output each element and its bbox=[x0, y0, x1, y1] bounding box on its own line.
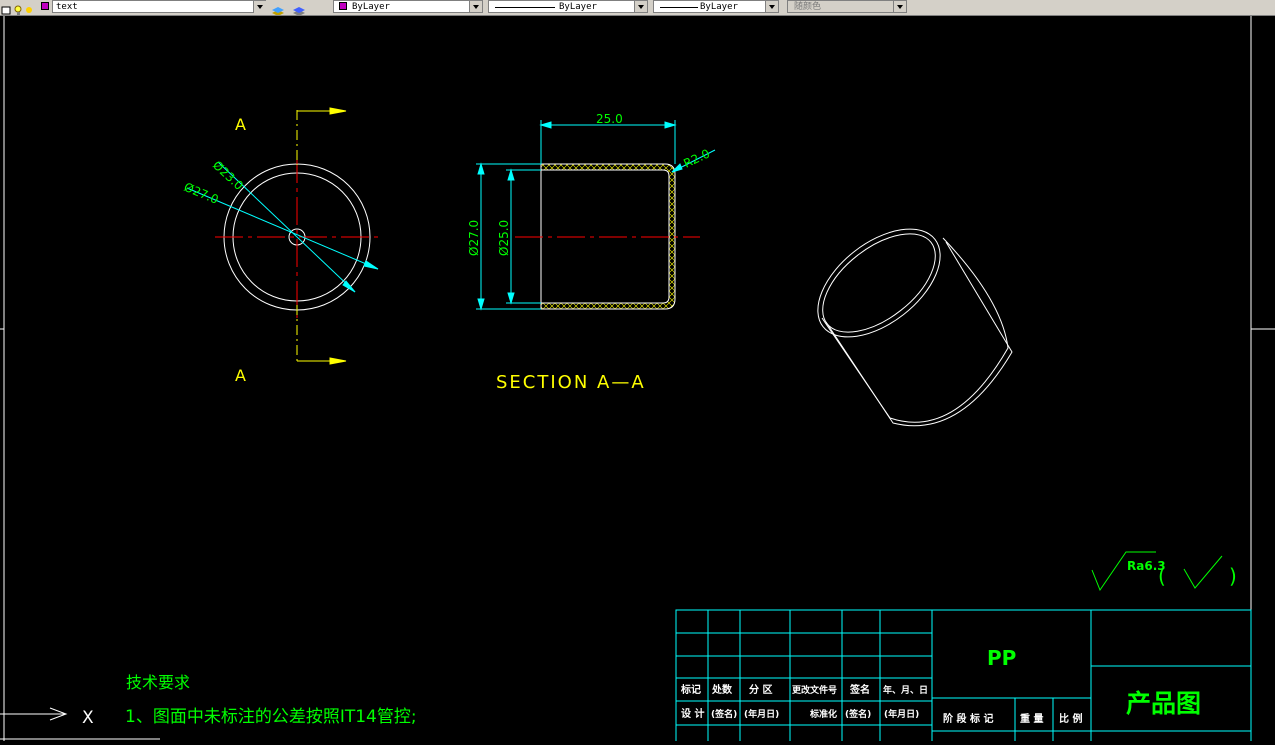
tech-requirements-heading[interactable]: 技术要求 bbox=[126, 673, 190, 692]
hdr-std-date: (年月日) bbox=[884, 708, 919, 720]
front-view[interactable]: A A Ø23.0 Ø27.0 bbox=[182, 107, 379, 385]
surface-finish-paren-open: ( bbox=[1158, 564, 1166, 588]
lineweight-value: ByLayer bbox=[700, 2, 738, 12]
hdr-signature: 签名 bbox=[849, 683, 870, 696]
layer-previous-icon[interactable] bbox=[292, 1, 305, 15]
title-block-stage-headers: 阶 段 标 记 重 量 比 例 bbox=[943, 712, 1082, 725]
dim-radius[interactable]: R2.0 bbox=[681, 146, 712, 170]
layer-color-swatch bbox=[41, 2, 49, 10]
section-label-top: A bbox=[235, 115, 246, 134]
title-block-headers-row2: 设 计 (签名) (年月日) 标准化 (签名) (年月日) bbox=[681, 707, 919, 720]
iso-rim-outer[interactable] bbox=[798, 208, 959, 358]
layer-dropdown[interactable]: text bbox=[52, 0, 266, 13]
color-swatch bbox=[339, 2, 347, 10]
layer-state-icon[interactable] bbox=[1, 1, 12, 15]
plotstyle-dropdown-arrow bbox=[893, 1, 906, 12]
dim-width[interactable]: 25.0 bbox=[596, 112, 623, 126]
section-dimensions[interactable] bbox=[476, 120, 716, 311]
hdr-date: 年、月、日 bbox=[883, 684, 928, 696]
tech-requirements-item-1[interactable]: 1、图面中未标注的公差按照IT14管控; bbox=[125, 707, 417, 727]
lineweight-control-dropdown[interactable]: ByLayer bbox=[653, 0, 779, 13]
surface-finish-paren-close: ) bbox=[1229, 564, 1237, 588]
hdr-design-sign: (签名) bbox=[711, 708, 737, 720]
linetype-dropdown-arrow[interactable] bbox=[634, 1, 647, 12]
lineweight-sample bbox=[660, 7, 698, 8]
hdr-count: 处数 bbox=[711, 683, 733, 696]
plotstyle-control-dropdown: 随颜色 bbox=[787, 0, 907, 13]
iso-body-inner-edge[interactable] bbox=[825, 241, 1013, 427]
linetype-control-dropdown[interactable]: ByLayer bbox=[488, 0, 648, 13]
drawing-canvas[interactable]: A A Ø23.0 Ø27.0 25.0 R2.0 Ø27.0 Ø25.0 SE… bbox=[0, 16, 1275, 745]
title-block-material[interactable]: PP bbox=[987, 646, 1016, 670]
lineweight-dropdown-arrow[interactable] bbox=[765, 1, 778, 12]
hdr-scale: 比 例 bbox=[1059, 712, 1082, 725]
dim-outer-diameter-vertical[interactable]: Ø27.0 bbox=[467, 220, 481, 256]
hdr-mark: 标记 bbox=[680, 683, 701, 696]
hdr-design-date: (年月日) bbox=[744, 708, 779, 720]
color-control-dropdown[interactable]: ByLayer bbox=[333, 0, 483, 13]
make-layer-current-icon[interactable] bbox=[271, 1, 284, 15]
linetype-value: ByLayer bbox=[559, 2, 597, 12]
hdr-std-sign: (签名) bbox=[845, 708, 871, 720]
model-space: A A Ø23.0 Ø27.0 25.0 R2.0 Ø27.0 Ø25.0 SE… bbox=[0, 16, 1275, 745]
title-block-drawing-name[interactable]: 产品图 bbox=[1126, 689, 1201, 718]
color-value: ByLayer bbox=[352, 2, 390, 12]
hdr-change-doc: 更改文件号 bbox=[792, 684, 837, 696]
cutting-plane-line[interactable] bbox=[296, 107, 347, 365]
ucs-x-label: X bbox=[82, 708, 94, 728]
sun-icon[interactable] bbox=[24, 1, 35, 13]
hdr-weight: 重 量 bbox=[1020, 712, 1043, 725]
hdr-stage-mark: 阶 段 标 记 bbox=[943, 712, 993, 725]
properties-toolbar: text ByLayer ByLayer ByLayer 随颜色 bbox=[0, 0, 1275, 16]
isometric-view[interactable] bbox=[798, 208, 1013, 427]
layer-name: text bbox=[56, 2, 78, 12]
diameter-leaders[interactable] bbox=[186, 161, 379, 293]
color-dropdown-arrow[interactable] bbox=[469, 1, 482, 12]
plotstyle-value: 随颜色 bbox=[794, 2, 822, 12]
lightbulb-icon[interactable] bbox=[13, 1, 24, 15]
section-title[interactable]: SECTION A—A bbox=[496, 372, 646, 393]
hdr-design: 设 计 bbox=[681, 707, 704, 720]
section-label-bottom: A bbox=[235, 366, 246, 385]
dim-inner-diameter-vertical[interactable]: Ø25.0 bbox=[497, 220, 511, 256]
section-view[interactable]: 25.0 R2.0 Ø27.0 Ø25.0 SECTION A—A bbox=[467, 112, 716, 393]
hdr-zone: 分 区 bbox=[749, 683, 772, 696]
hdr-standardize: 标准化 bbox=[809, 708, 837, 720]
title-block-headers-row1: 标记 处数 分 区 更改文件号 签名 年、月、日 bbox=[680, 683, 928, 696]
dim-outer-diameter[interactable]: Ø27.0 bbox=[182, 180, 221, 207]
dim-inner-diameter[interactable]: Ø23.0 bbox=[210, 158, 246, 193]
linetype-sample bbox=[495, 7, 555, 8]
layer-dropdown-arrow[interactable] bbox=[253, 1, 266, 13]
